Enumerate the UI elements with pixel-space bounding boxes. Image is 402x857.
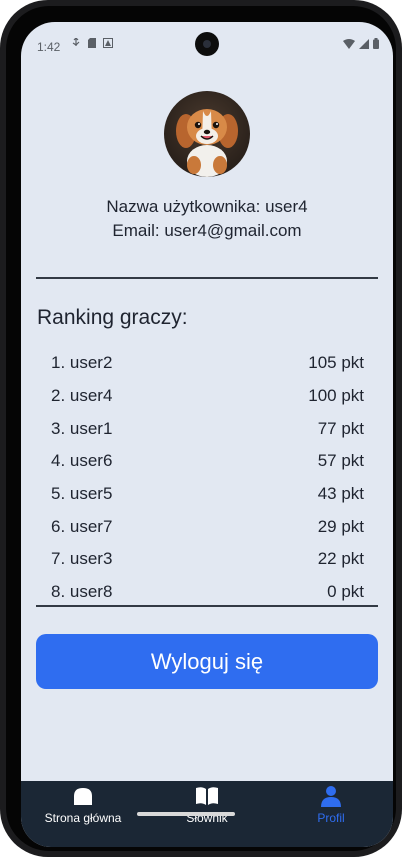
player-points: 105 pkt (308, 353, 364, 373)
wifi-icon (343, 38, 355, 49)
ranking-row: 2. user4 100 pkt (51, 380, 364, 413)
ranking-title: Ranking graczy: (37, 306, 188, 329)
phone-bezel: 1:42 Nazwa użytkownika: user4 Email: use… (6, 6, 396, 851)
home-indicator[interactable] (137, 812, 235, 816)
ranking-row: 6. user7 29 pkt (51, 510, 364, 543)
person-icon (321, 786, 341, 807)
home-icon (74, 788, 92, 805)
usb-icon (72, 38, 80, 46)
nav-label-profile: Profil (317, 811, 345, 825)
ranking-row: 4. user6 57 pkt (51, 445, 364, 478)
book-icon (196, 787, 218, 805)
divider-bottom (36, 605, 378, 607)
player-points: 22 pkt (317, 549, 364, 569)
nav-item-home[interactable]: Strona główna (31, 781, 135, 829)
status-left-icons (71, 38, 113, 48)
player-points: 0 pkt (327, 582, 364, 602)
status-bar: 1:42 (21, 22, 393, 66)
nav-item-dictionary[interactable]: Słownik (157, 781, 257, 829)
email-text: Email: user4@gmail.com (112, 221, 302, 240)
player-points: 57 pkt (317, 451, 364, 471)
player-points: 100 pkt (308, 386, 364, 406)
phone-frame: 1:42 Nazwa użytkownika: user4 Email: use… (0, 0, 402, 857)
ranking-row: 8. user8 0 pkt (51, 576, 364, 609)
player-name: 4. user6 (51, 451, 113, 471)
ranking-row: 7. user3 22 pkt (51, 543, 364, 576)
username-text: Nazwa użytkownika: user4 (106, 197, 308, 216)
player-name: 5. user5 (51, 484, 113, 504)
logout-button[interactable]: Wyloguj się (36, 634, 378, 689)
player-points: 43 pkt (317, 484, 364, 504)
player-points: 29 pkt (317, 516, 364, 536)
player-name: 7. user3 (51, 549, 113, 569)
player-name: 2. user4 (51, 386, 113, 406)
signal-icon (359, 38, 369, 49)
status-right-icons (343, 38, 379, 49)
battery-icon (373, 38, 379, 49)
player-name: 6. user7 (51, 516, 113, 536)
sd-card-icon (88, 38, 96, 48)
nav-item-profile[interactable]: Profil (281, 781, 381, 829)
player-name: 3. user1 (51, 418, 113, 438)
app-notification-icon (103, 38, 113, 48)
player-points: 77 pkt (317, 418, 364, 438)
ranking-row: 3. user1 77 pkt (51, 412, 364, 445)
ranking-row: 5. user5 43 pkt (51, 478, 364, 511)
nav-label-home: Strona główna (44, 811, 122, 825)
screen: 1:42 Nazwa użytkownika: user4 Email: use… (21, 22, 393, 847)
dog-avatar-icon (176, 109, 238, 177)
ranking-list: 1. user2 105 pkt 2. user4 100 pkt 3. use… (51, 347, 364, 609)
avatar (164, 91, 250, 177)
user-info: Nazwa użytkownika: user4 Email: user4@gm… (21, 195, 393, 243)
status-time: 1:42 (37, 40, 61, 54)
player-name: 8. user8 (51, 582, 113, 602)
ranking-row: 1. user2 105 pkt (51, 347, 364, 380)
front-camera (195, 32, 219, 56)
divider-top (36, 277, 378, 279)
player-name: 1. user2 (51, 353, 113, 373)
